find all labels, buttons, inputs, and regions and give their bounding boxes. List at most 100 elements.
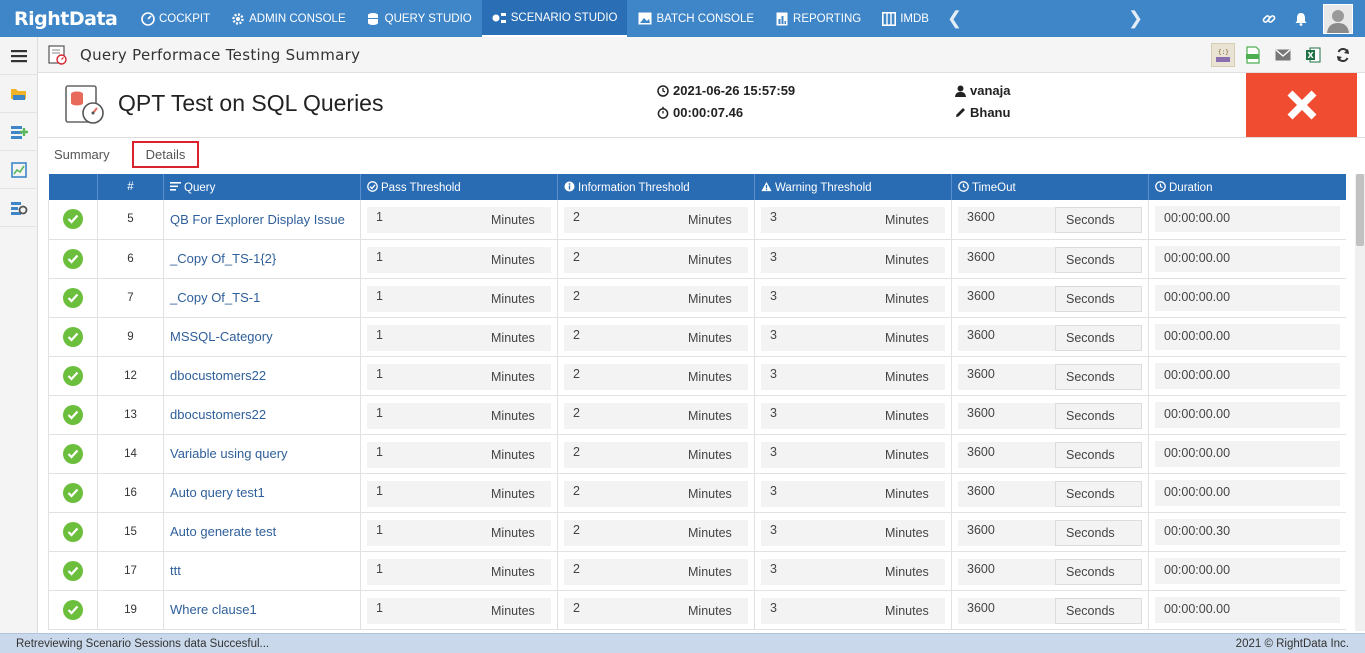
brand-logo[interactable]: RightData bbox=[0, 0, 130, 37]
nav-scroll-left-button[interactable]: ❮ bbox=[939, 0, 970, 37]
pass-threshold-field[interactable]: 1 Minutes bbox=[367, 558, 551, 585]
vertical-scrollbar[interactable] bbox=[1355, 174, 1365, 631]
table-row[interactable]: 7 _Copy Of_TS-1 1 Minutes 2 Minutes 3 Minutes 36… bbox=[48, 278, 1346, 318]
timeout-field[interactable]: 3600 Seconds bbox=[958, 480, 1142, 507]
timeout-field[interactable]: 3600 Seconds bbox=[958, 363, 1142, 390]
nav-scenario-studio[interactable]: SCENARIO STUDIO bbox=[481, 0, 628, 37]
query-link[interactable]: _Copy Of_TS-1{2} bbox=[163, 239, 361, 279]
table-row[interactable]: 6 _Copy Of_TS-1{2} 1 Minutes 2 Minutes 3 Minute… bbox=[48, 239, 1346, 279]
pass-threshold-field[interactable]: 1 Minutes bbox=[367, 324, 551, 351]
warning-threshold-field[interactable]: 3 Minutes bbox=[761, 519, 945, 546]
info-threshold-column-header[interactable]: Information Threshold bbox=[557, 174, 755, 200]
link-button[interactable] bbox=[1253, 0, 1285, 37]
query-link[interactable]: Variable using query bbox=[163, 434, 361, 474]
info-threshold-field[interactable]: 2 Minutes bbox=[564, 207, 748, 234]
info-threshold-field[interactable]: 2 Minutes bbox=[564, 246, 748, 273]
sidebar-add-scenario-button[interactable] bbox=[0, 113, 38, 151]
nav-cockpit[interactable]: COCKPIT bbox=[130, 0, 220, 37]
pass-threshold-field[interactable]: 1 Minutes bbox=[367, 402, 551, 429]
table-row[interactable]: 12 dbocustomers22 1 Minutes 2 Minutes 3 Minutes… bbox=[48, 356, 1346, 396]
warning-threshold-field[interactable]: 3 Minutes bbox=[761, 441, 945, 468]
info-threshold-field[interactable]: 2 Minutes bbox=[564, 480, 748, 507]
sidebar-settings-button[interactable] bbox=[0, 189, 38, 227]
table-row[interactable]: 14 Variable using query 1 Minutes 2 Minutes 3 M… bbox=[48, 434, 1346, 474]
number-column-header[interactable]: # bbox=[97, 174, 164, 200]
query-link[interactable]: _Copy Of_TS-1 bbox=[163, 278, 361, 318]
query-link[interactable]: QB For Explorer Display Issue bbox=[163, 200, 361, 240]
warning-threshold-field[interactable]: 3 Minutes bbox=[761, 324, 945, 351]
sidebar-chart-button[interactable] bbox=[0, 151, 38, 189]
pass-threshold-field[interactable]: 1 Minutes bbox=[367, 363, 551, 390]
table-row[interactable]: 15 Auto generate test 1 Minutes 2 Minutes 3 Min… bbox=[48, 512, 1346, 552]
info-threshold-field[interactable]: 2 Minutes bbox=[564, 402, 748, 429]
timeout-field[interactable]: 3600 Seconds bbox=[958, 324, 1142, 351]
pass-threshold-field[interactable]: 1 Minutes bbox=[367, 207, 551, 234]
nav-admin-console[interactable]: ADMIN CONSOLE bbox=[220, 0, 356, 37]
export-json-button[interactable]: {:} bbox=[1211, 43, 1235, 67]
warning-threshold-field[interactable]: 3 Minutes bbox=[761, 480, 945, 507]
table-row[interactable]: 5 QB For Explorer Display Issue 1 Minutes 2 M… bbox=[48, 200, 1346, 240]
timeout-column-header[interactable]: TimeOut bbox=[951, 174, 1149, 200]
scrollbar-thumb[interactable] bbox=[1356, 174, 1364, 246]
query-link[interactable]: dbocustomers22 bbox=[163, 395, 361, 435]
table-row[interactable]: 13 dbocustomers22 1 Minutes 2 Minutes 3 Minutes… bbox=[48, 395, 1346, 435]
query-link[interactable]: Auto query test1 bbox=[163, 473, 361, 513]
timeout-field[interactable]: 3600 Seconds bbox=[958, 441, 1142, 468]
warning-threshold-field[interactable]: 3 Minutes bbox=[761, 285, 945, 312]
timeout-field[interactable]: 3600 Seconds bbox=[958, 285, 1142, 312]
tab-summary[interactable]: Summary bbox=[50, 142, 114, 167]
email-button[interactable] bbox=[1271, 43, 1295, 67]
nav-query-studio[interactable]: QUERY STUDIO bbox=[356, 0, 482, 37]
timeout-field[interactable]: 3600 Seconds bbox=[958, 246, 1142, 273]
nav-imdb[interactable]: IMDB bbox=[871, 0, 939, 37]
close-button[interactable] bbox=[1246, 73, 1357, 137]
nav-reporting[interactable]: REPORTING bbox=[764, 0, 871, 37]
query-column-header[interactable]: Query bbox=[163, 174, 361, 200]
warning-threshold-field[interactable]: 3 Minutes bbox=[761, 402, 945, 429]
pass-threshold-field[interactable]: 1 Minutes bbox=[367, 597, 551, 624]
table-row[interactable]: 17 ttt 1 Minutes 2 Minutes 3 Minutes 3600 Seconds… bbox=[48, 551, 1346, 591]
export-excel-button[interactable]: X bbox=[1301, 43, 1325, 67]
avatar[interactable] bbox=[1323, 3, 1353, 34]
refresh-button[interactable] bbox=[1331, 43, 1355, 67]
warning-threshold-field[interactable]: 3 Minutes bbox=[761, 597, 945, 624]
timeout-field[interactable]: 3600 Seconds bbox=[958, 519, 1142, 546]
info-threshold-field[interactable]: 2 Minutes bbox=[564, 285, 748, 312]
table-row[interactable]: 9 MSSQL-Category 1 Minutes 2 Minutes 3 Minutes 3… bbox=[48, 317, 1346, 357]
pass-threshold-field[interactable]: 1 Minutes bbox=[367, 285, 551, 312]
warning-threshold-field[interactable]: 3 Minutes bbox=[761, 558, 945, 585]
nav-batch-console[interactable]: BATCH CONSOLE bbox=[627, 0, 764, 37]
nav-scroll-right-button[interactable]: ❯ bbox=[1120, 0, 1151, 37]
timeout-field[interactable]: 3600 Seconds bbox=[958, 207, 1142, 234]
warning-threshold-field[interactable]: 3 Minutes bbox=[761, 246, 945, 273]
info-threshold-field[interactable]: 2 Minutes bbox=[564, 363, 748, 390]
info-threshold-field[interactable]: 2 Minutes bbox=[564, 558, 748, 585]
query-link[interactable]: Where clause1 bbox=[163, 590, 361, 630]
pass-threshold-column-header[interactable]: Pass Threshold bbox=[360, 174, 558, 200]
pass-threshold-field[interactable]: 1 Minutes bbox=[367, 519, 551, 546]
warning-threshold-field[interactable]: 3 Minutes bbox=[761, 363, 945, 390]
pass-threshold-field[interactable]: 1 Minutes bbox=[367, 480, 551, 507]
table-row[interactable]: 19 Where clause1 1 Minutes 2 Minutes 3 Minutes 3… bbox=[48, 590, 1346, 630]
duration-column-header[interactable]: Duration bbox=[1148, 174, 1346, 200]
timeout-field[interactable]: 3600 Seconds bbox=[958, 597, 1142, 624]
pass-threshold-field[interactable]: 1 Minutes bbox=[367, 246, 551, 273]
tab-details[interactable]: Details bbox=[131, 140, 200, 168]
query-link[interactable]: MSSQL-Category bbox=[163, 317, 361, 357]
info-threshold-field[interactable]: 2 Minutes bbox=[564, 324, 748, 351]
query-link[interactable]: ttt bbox=[163, 551, 361, 591]
timeout-field[interactable]: 3600 Seconds bbox=[958, 402, 1142, 429]
menu-toggle-button[interactable] bbox=[0, 37, 38, 75]
timeout-field[interactable]: 3600 Seconds bbox=[958, 558, 1142, 585]
notifications-button[interactable] bbox=[1285, 0, 1317, 37]
info-threshold-field[interactable]: 2 Minutes bbox=[564, 597, 748, 624]
sidebar-folder-button[interactable] bbox=[0, 75, 38, 113]
query-link[interactable]: Auto generate test bbox=[163, 512, 361, 552]
table-row[interactable]: 16 Auto query test1 1 Minutes 2 Minutes 3 Minut… bbox=[48, 473, 1346, 513]
warning-threshold-column-header[interactable]: Warning Threshold bbox=[754, 174, 952, 200]
info-threshold-field[interactable]: 2 Minutes bbox=[564, 519, 748, 546]
warning-threshold-field[interactable]: 3 Minutes bbox=[761, 207, 945, 234]
export-csv-button[interactable] bbox=[1241, 43, 1265, 67]
query-link[interactable]: dbocustomers22 bbox=[163, 356, 361, 396]
info-threshold-field[interactable]: 2 Minutes bbox=[564, 441, 748, 468]
